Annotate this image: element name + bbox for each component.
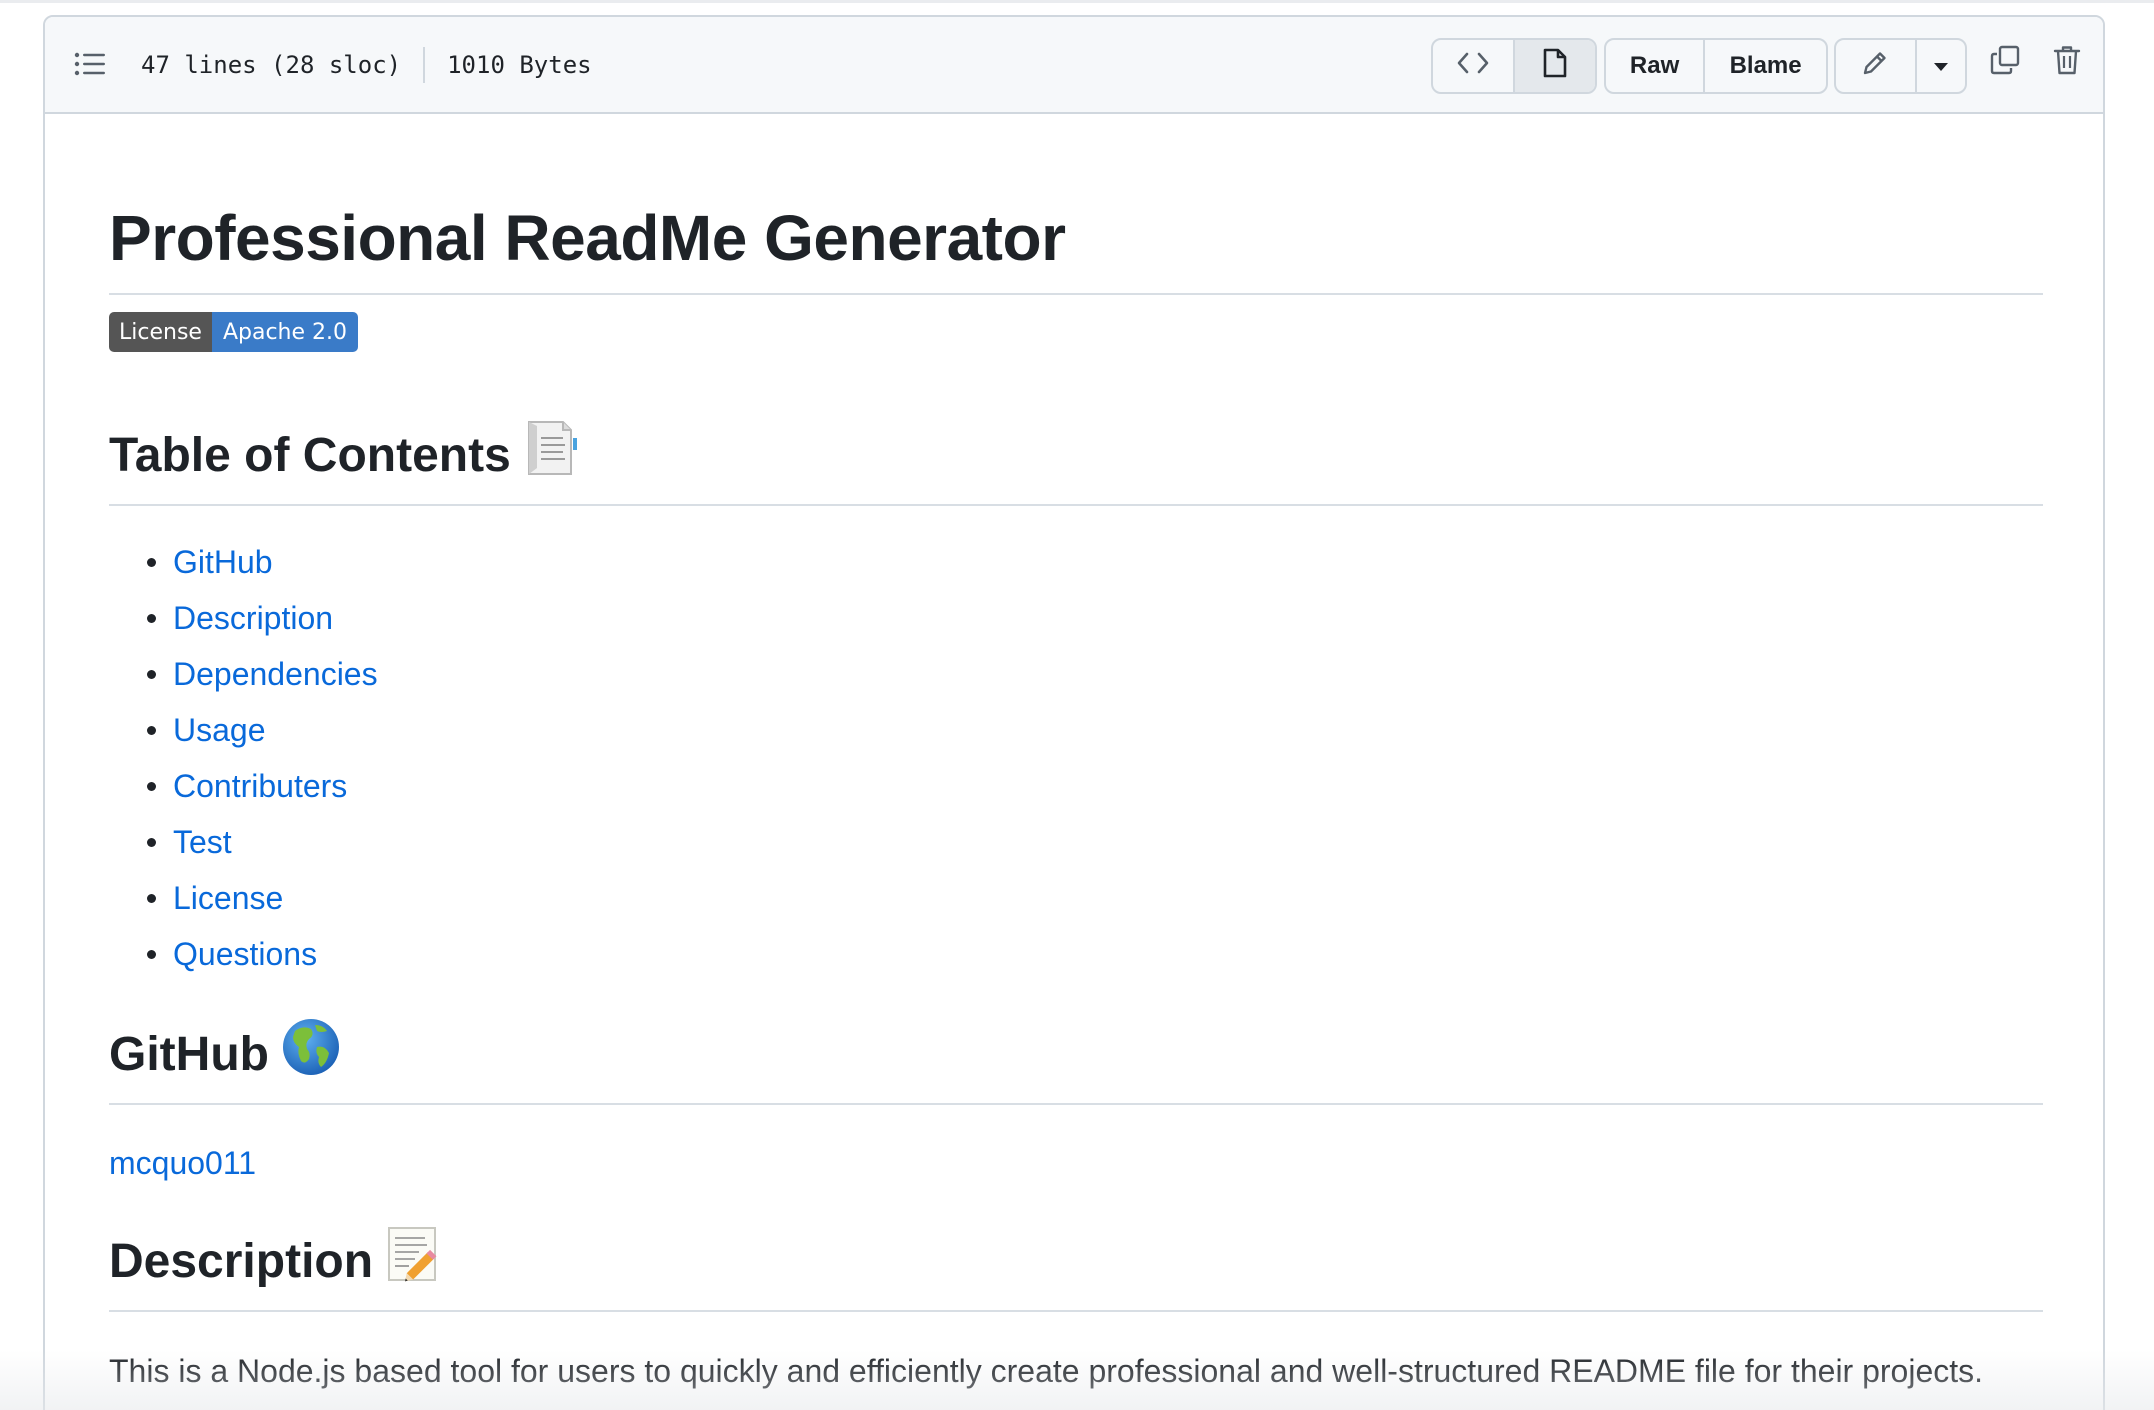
blame-button[interactable]: Blame (1703, 40, 1826, 92)
list-item: Contributers (109, 758, 378, 814)
list-item: Description (109, 590, 378, 646)
trash-icon (2053, 44, 2081, 81)
title-rule (109, 293, 2043, 295)
file-viewer: 47 lines (28 sloc) 1010 Bytes Raw Blame … (43, 15, 2105, 1410)
source-view-button[interactable] (1433, 40, 1513, 92)
github-rule (109, 1103, 2043, 1105)
list-item: License (109, 870, 378, 926)
toc-heading-text: Table of Contents (109, 428, 511, 482)
list-item: GitHub (109, 534, 378, 590)
description-rule (109, 1310, 2043, 1312)
delete-button[interactable] (2047, 42, 2087, 82)
edit-group (1834, 38, 1967, 94)
toc-link-questions[interactable]: Questions (173, 936, 317, 972)
description-text: This is a Node.js based tool for users t… (109, 1353, 1984, 1389)
toc-link-github[interactable]: GitHub (173, 544, 273, 580)
file-size: 1010 Bytes (447, 51, 592, 79)
copy-icon (1989, 44, 2021, 81)
raw-button[interactable]: Raw (1606, 40, 1703, 92)
toc-link-usage[interactable]: Usage (173, 712, 266, 748)
github-user-link[interactable]: mcquo011 (109, 1141, 256, 1185)
toc-heading: Table of Contents (109, 418, 581, 493)
memo-emoji (385, 1224, 441, 1299)
file-info: 47 lines (28 sloc) 1010 Bytes (141, 47, 592, 83)
list-item: Usage (109, 702, 378, 758)
license-badge[interactable]: License Apache 2.0 (109, 312, 359, 352)
edit-button[interactable] (1836, 40, 1915, 92)
file-icon (1542, 47, 1568, 86)
view-toggle (1431, 38, 1597, 94)
toc-link-contributers[interactable]: Contributers (173, 768, 347, 804)
toc-rule (109, 504, 2043, 506)
readme-title: Professional ReadMe Generator (109, 202, 1066, 274)
page-facing-up-emoji (523, 418, 581, 493)
pencil-icon (1860, 48, 1890, 85)
list-unordered-icon (74, 50, 106, 83)
outline-toggle-button[interactable] (69, 45, 111, 87)
file-header: 47 lines (28 sloc) 1010 Bytes Raw Blame (45, 17, 2103, 114)
code-icon (1456, 51, 1490, 82)
globe-americas-emoji (281, 1017, 341, 1092)
badge-value: Apache 2.0 (211, 312, 359, 352)
line-count: 47 lines (28 sloc) (141, 51, 402, 79)
toc-link-test[interactable]: Test (173, 824, 232, 860)
list-item: Dependencies (109, 646, 378, 702)
toc-link-description[interactable]: Description (173, 600, 333, 636)
github-heading-text: GitHub (109, 1027, 269, 1081)
toc-list: GitHub Description Dependencies Usage Co… (109, 534, 378, 982)
raw-blame-group: Raw Blame (1604, 38, 1828, 94)
list-item: Questions (109, 926, 378, 982)
page: 47 lines (28 sloc) 1010 Bytes Raw Blame … (0, 0, 2154, 1410)
edit-options-dropdown[interactable] (1914, 40, 1965, 92)
top-divider (0, 0, 2154, 3)
toc-link-dependencies[interactable]: Dependencies (173, 656, 378, 692)
copy-button[interactable] (1985, 42, 2025, 82)
info-divider (423, 47, 426, 83)
toc-link-license[interactable]: License (173, 880, 283, 916)
description-heading: Description (109, 1224, 441, 1299)
github-heading: GitHub (109, 1017, 341, 1092)
triangle-down-icon (1932, 52, 1950, 80)
rendered-view-button[interactable] (1513, 40, 1595, 92)
list-item: Test (109, 814, 378, 870)
description-heading-text: Description (109, 1234, 374, 1288)
badge-label: License (109, 312, 212, 352)
